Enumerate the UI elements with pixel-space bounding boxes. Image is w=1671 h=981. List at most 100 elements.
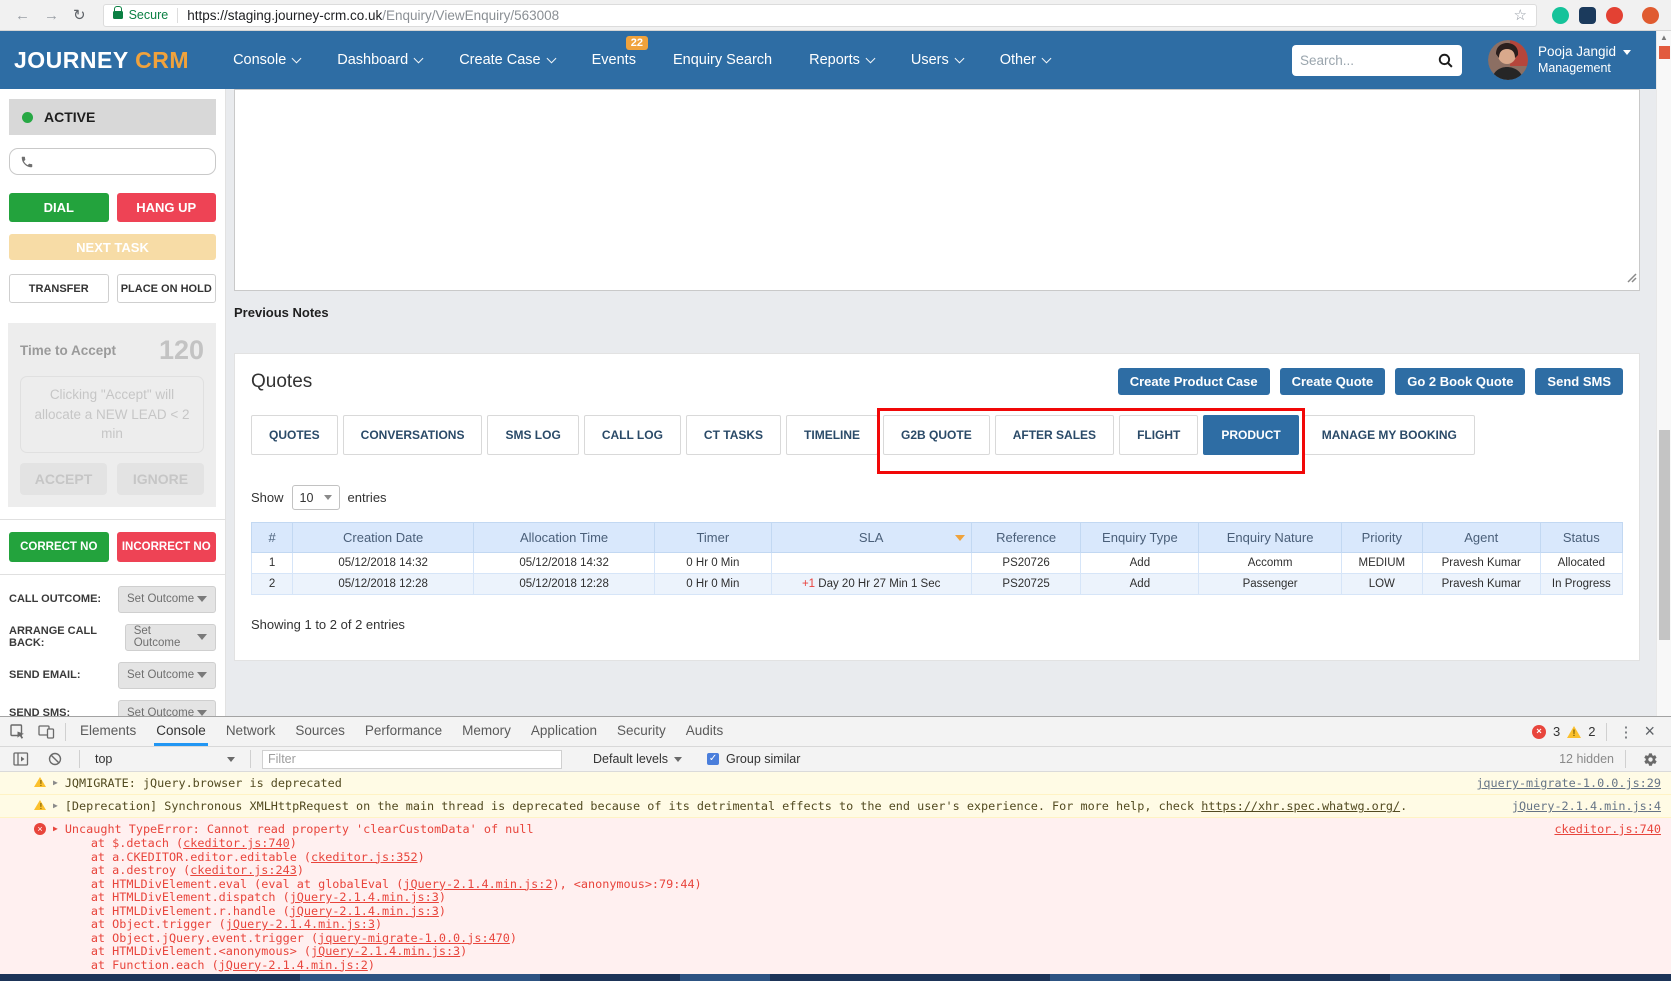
tab-flight[interactable]: FLIGHT — [1119, 415, 1199, 455]
dial-button[interactable]: DIAL — [9, 193, 109, 222]
devtools-tab-audits[interactable]: Audits — [684, 717, 726, 746]
hidden-count[interactable]: 12 hidden — [1559, 752, 1614, 766]
outcome-select-arrange-call-back[interactable]: Set Outcome — [124, 623, 216, 651]
page-scrollbar[interactable]: ▲ — [1656, 31, 1671, 716]
console-sidebar-icon[interactable] — [7, 752, 35, 766]
resize-handle-icon[interactable] — [1625, 270, 1637, 288]
source-link[interactable]: jQuery-2.1.4.min.js:2 — [219, 958, 368, 972]
devtools-tab-sources[interactable]: Sources — [293, 717, 347, 746]
devtools-tab-application[interactable]: Application — [529, 717, 599, 746]
column-header-sla[interactable]: SLA — [770, 522, 972, 553]
console-filter-input[interactable] — [262, 749, 562, 769]
expand-caret-icon[interactable]: ▶ — [53, 801, 58, 810]
phone-field[interactable] — [9, 148, 216, 175]
tab-manage-my-booking[interactable]: MANAGE MY BOOKING — [1303, 415, 1475, 455]
tab-sms-log[interactable]: SMS LOG — [487, 415, 579, 455]
url-bar[interactable]: Secure https://staging.journey-crm.co.uk… — [102, 3, 1537, 27]
back-icon[interactable]: ← — [15, 7, 30, 24]
outcome-select-send-email[interactable]: Set Outcome — [118, 661, 216, 689]
page-size-select[interactable]: 10 — [291, 485, 340, 510]
source-link[interactable]: jQuery-2.1.4.min.js:3 — [311, 944, 460, 958]
source-link[interactable]: ckeditor.js:243 — [190, 863, 297, 877]
search-input[interactable] — [1299, 52, 1437, 68]
nav-item-reports[interactable]: Reports — [809, 52, 876, 68]
transfer-button[interactable]: TRANSFER — [9, 274, 109, 303]
devtools-tab-memory[interactable]: Memory — [460, 717, 513, 746]
reload-icon[interactable]: ↻ — [73, 6, 86, 24]
source-link[interactable]: jquery-migrate-1.0.0.js:29 — [1458, 775, 1661, 791]
tab-ct-tasks[interactable]: CT TASKS — [685, 415, 782, 455]
table-row[interactable]: 2 05/12/2018 12:28 05/12/2018 12:28 0 Hr 0 … — [250, 573, 1624, 595]
source-link[interactable]: jQuery-2.1.4.min.js:4 — [1494, 798, 1661, 814]
nav-item-events[interactable]: Events 22 — [592, 36, 648, 68]
source-link[interactable]: ckeditor.js:740 — [183, 836, 290, 850]
outcome-select-call-outcome[interactable]: Set Outcome — [118, 585, 216, 613]
nav-item-dashboard[interactable]: Dashboard — [337, 52, 424, 68]
tab-call-log[interactable]: CALL LOG — [583, 415, 681, 455]
column-header-num[interactable]: # — [250, 522, 294, 553]
device-toolbar-icon[interactable] — [32, 724, 61, 739]
devtools-tab-console[interactable]: Console — [154, 717, 208, 746]
table-row[interactable]: 1 05/12/2018 14:32 05/12/2018 14:32 0 Hr 0 … — [250, 552, 1624, 574]
brand-logo[interactable]: JOURNEY CRM — [14, 47, 189, 74]
expand-caret-icon[interactable]: ▶ — [53, 778, 58, 787]
column-header-enquiry-nature[interactable]: Enquiry Nature — [1198, 522, 1342, 553]
column-header-creation-date[interactable]: Creation Date — [292, 522, 475, 553]
go-2-book-quote-button[interactable]: Go 2 Book Quote — [1395, 368, 1526, 395]
tab-after-sales[interactable]: AFTER SALES — [994, 415, 1115, 455]
warning-count[interactable]: 2 — [1588, 724, 1595, 739]
source-link[interactable]: ckeditor.js:352 — [311, 850, 418, 864]
global-search[interactable] — [1291, 44, 1462, 76]
context-select[interactable]: top — [91, 752, 239, 766]
settings-gear-icon[interactable] — [1637, 752, 1664, 767]
nav-item-console[interactable]: Console — [233, 52, 302, 68]
create-quote-button[interactable]: Create Quote — [1279, 368, 1386, 395]
source-link[interactable]: jQuery-2.1.4.min.js:3 — [226, 917, 375, 931]
ignore-button[interactable]: IGNORE — [117, 462, 204, 495]
correct-no-button[interactable]: CORRECT NO — [9, 531, 109, 562]
hangup-button[interactable]: HANG UP — [116, 193, 216, 222]
group-similar-checkbox[interactable]: ✓ — [707, 753, 720, 765]
column-header-enquiry-type[interactable]: Enquiry Type — [1080, 522, 1200, 553]
notes-editor[interactable] — [234, 89, 1640, 291]
devtools-tab-performance[interactable]: Performance — [363, 717, 444, 746]
source-link[interactable]: jQuery-2.1.4.min.js:3 — [290, 890, 439, 904]
log-levels-select[interactable]: Default levels — [593, 752, 683, 766]
accept-button[interactable]: ACCEPT — [20, 462, 107, 495]
column-header-allocation-time[interactable]: Allocation Time — [473, 522, 656, 553]
bookmark-star-icon[interactable]: ☆ — [1514, 6, 1527, 24]
error-badge-icon[interactable]: × — [1532, 724, 1547, 739]
place-on-hold-button[interactable]: PLACE ON HOLD — [116, 274, 216, 303]
column-header-priority[interactable]: Priority — [1340, 522, 1423, 553]
extension-icon-navy[interactable] — [1579, 6, 1596, 24]
scroll-up-icon[interactable]: ▲ — [1657, 31, 1671, 45]
source-link[interactable]: ckeditor.js:740 — [1536, 821, 1661, 837]
forward-icon[interactable]: → — [44, 7, 59, 24]
column-header-status[interactable]: Status — [1539, 522, 1624, 553]
incorrect-no-button[interactable]: INCORRECT NO — [116, 531, 216, 562]
column-header-timer[interactable]: Timer — [654, 522, 772, 553]
phone-input[interactable] — [42, 154, 205, 169]
next-task-button[interactable]: NEXT TASK — [9, 234, 216, 260]
devtools-tab-security[interactable]: Security — [615, 717, 668, 746]
nav-item-create-case[interactable]: Create Case — [459, 52, 557, 68]
user-menu[interactable]: Pooja Jangid Management — [1487, 40, 1631, 80]
error-count[interactable]: 3 — [1553, 724, 1560, 739]
source-link[interactable]: jquery-migrate-1.0.0.js:470 — [318, 931, 510, 945]
clear-console-icon[interactable] — [42, 752, 68, 766]
inspect-icon[interactable] — [4, 723, 32, 740]
devtools-tab-network[interactable]: Network — [224, 717, 278, 746]
tab-g2b-quote[interactable]: G2B QUOTE — [883, 415, 990, 455]
outcome-select-send-sms[interactable]: Set Outcome — [118, 699, 216, 716]
extension-icon-red[interactable] — [1606, 6, 1623, 24]
extension-icon-green[interactable] — [1552, 6, 1569, 24]
kebab-menu-icon[interactable]: ⋮ — [1618, 723, 1633, 741]
column-header-reference[interactable]: Reference — [970, 522, 1082, 553]
nav-item-users[interactable]: Users — [911, 52, 965, 68]
tab-timeline[interactable]: TIMELINE — [786, 415, 879, 455]
tab-conversations[interactable]: CONVERSATIONS — [342, 415, 483, 455]
create-product-case-button[interactable]: Create Product Case — [1117, 368, 1270, 395]
tab-product[interactable]: PRODUCT — [1203, 415, 1299, 455]
nav-item-enquiry-search[interactable]: Enquiry Search — [673, 52, 772, 68]
console-link[interactable]: https://xhr.spec.whatwg.org/ — [1201, 799, 1400, 813]
